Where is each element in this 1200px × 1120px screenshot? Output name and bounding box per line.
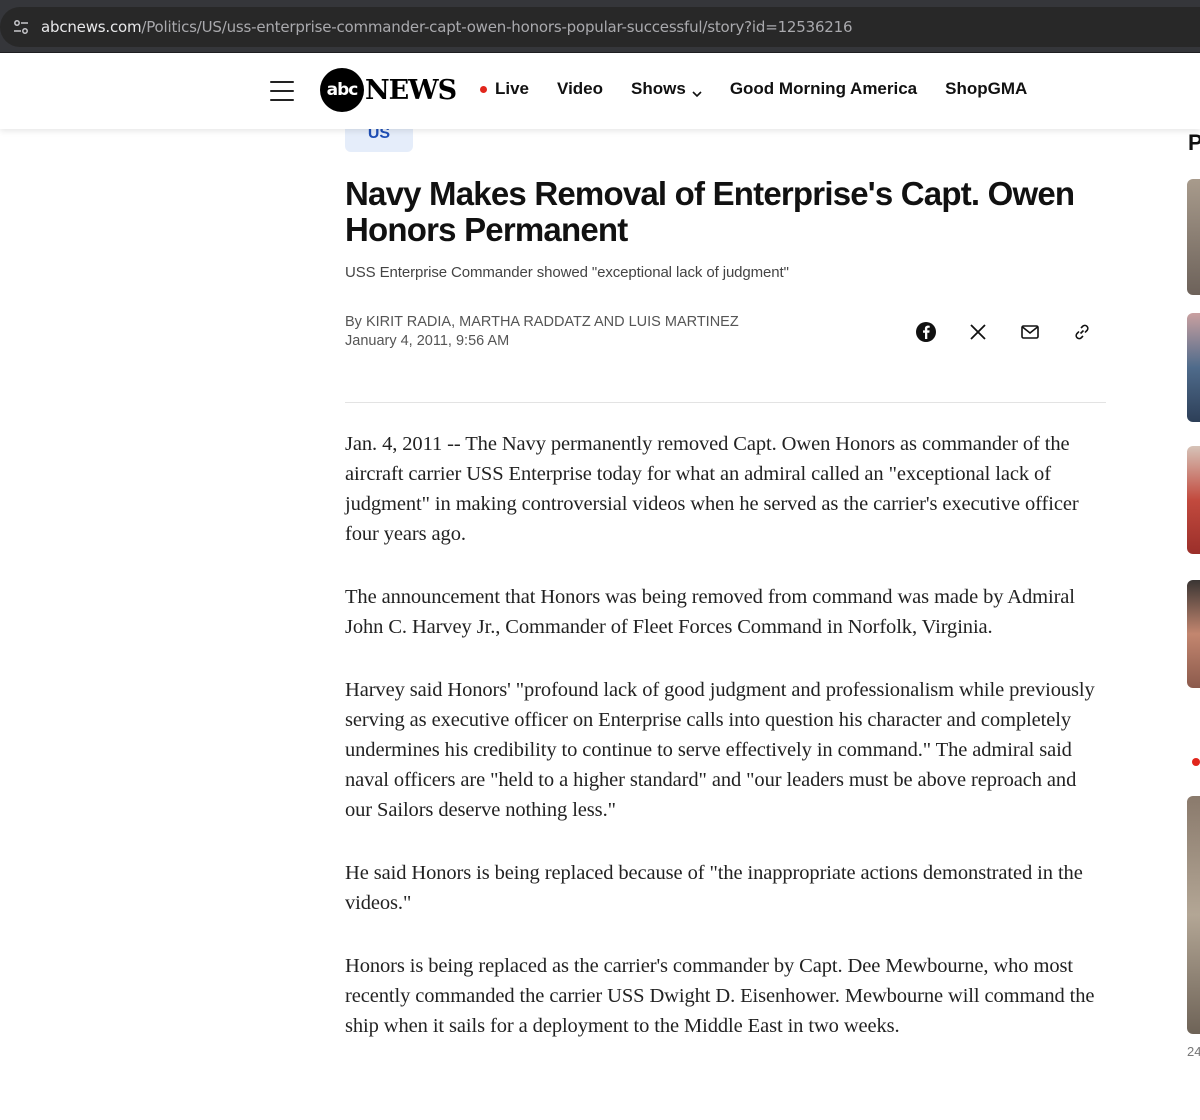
- url-host: abcnews.com: [41, 18, 142, 36]
- live-dot-icon: [480, 85, 487, 93]
- article-subhead: USS Enterprise Commander showed "excepti…: [345, 264, 789, 281]
- byline-authors-line: By Kirit Radia, Martha Raddatz and Luis …: [345, 313, 739, 332]
- main-nav: Live Video Shows Good Morning America Sh…: [480, 79, 1055, 99]
- byline-divider: [345, 402, 1106, 403]
- live-dot-icon: [1192, 758, 1200, 766]
- link-icon[interactable]: [1070, 320, 1094, 344]
- article-body: Jan. 4, 2011 -- The Navy permanently rem…: [345, 429, 1100, 1074]
- rail-thumbnail[interactable]: [1187, 446, 1200, 554]
- nav-shopgma[interactable]: ShopGMA: [945, 79, 1027, 99]
- byline-authors[interactable]: Kirit Radia, Martha Raddatz and Luis Mar…: [366, 314, 739, 330]
- chevron-down-icon: [692, 84, 702, 98]
- facebook-icon[interactable]: [914, 320, 938, 344]
- rail-thumbnail[interactable]: [1187, 179, 1200, 295]
- byline: By Kirit Radia, Martha Raddatz and Luis …: [345, 313, 739, 351]
- nav-video[interactable]: Video: [557, 79, 603, 99]
- article-paragraph: Harvey said Honors' "profound lack of go…: [345, 679, 1095, 821]
- nav-gma[interactable]: Good Morning America: [730, 79, 917, 99]
- logo-mark: abc: [320, 68, 364, 112]
- browser-toolbar: abcnews.com/Politics/US/uss-enterprise-c…: [0, 0, 1200, 53]
- article-headline: Navy Makes Removal of Enterprise's Capt.…: [345, 175, 1075, 248]
- nav-live[interactable]: Live: [480, 79, 529, 99]
- article-paragraph: He said Honors is being replaced because…: [345, 862, 1083, 914]
- url-path: /Politics/US/uss-enterprise-commander-ca…: [141, 18, 853, 36]
- share-bar: [914, 320, 1122, 344]
- url-text[interactable]: abcnews.com/Politics/US/uss-enterprise-c…: [41, 18, 853, 36]
- x-icon[interactable]: [966, 320, 990, 344]
- nav-shows[interactable]: Shows: [631, 79, 702, 99]
- nav-live-label: Live: [495, 79, 530, 98]
- article-paragraph: The announcement that Honors was being r…: [345, 586, 1075, 638]
- article-paragraph: Jan. 4, 2011 -- The Navy permanently rem…: [345, 433, 1079, 545]
- nav-shows-label: Shows: [631, 79, 686, 98]
- article-date: January 4, 2011, 9:56 AM: [345, 333, 510, 349]
- address-bar[interactable]: abcnews.com/Politics/US/uss-enterprise-c…: [0, 7, 1200, 47]
- site-header: abc NEWS Live Video Shows Good Morning A…: [0, 53, 1200, 129]
- rail-timestamp: 24: [1187, 1044, 1200, 1059]
- rail-title: P: [1188, 130, 1200, 155]
- article-paragraph: Honors is being replaced as the carrier'…: [345, 955, 1095, 1037]
- byline-prefix: By: [345, 314, 366, 330]
- rail-thumbnail[interactable]: [1187, 313, 1200, 422]
- rail-thumbnail[interactable]: [1187, 580, 1200, 688]
- hamburger-icon[interactable]: [270, 81, 294, 101]
- tune-icon[interactable]: [11, 17, 31, 37]
- rail-thumbnail[interactable]: [1187, 796, 1200, 1034]
- email-icon[interactable]: [1018, 320, 1042, 344]
- logo-text: NEWS: [365, 74, 457, 106]
- abc-news-logo[interactable]: abc NEWS: [320, 67, 457, 113]
